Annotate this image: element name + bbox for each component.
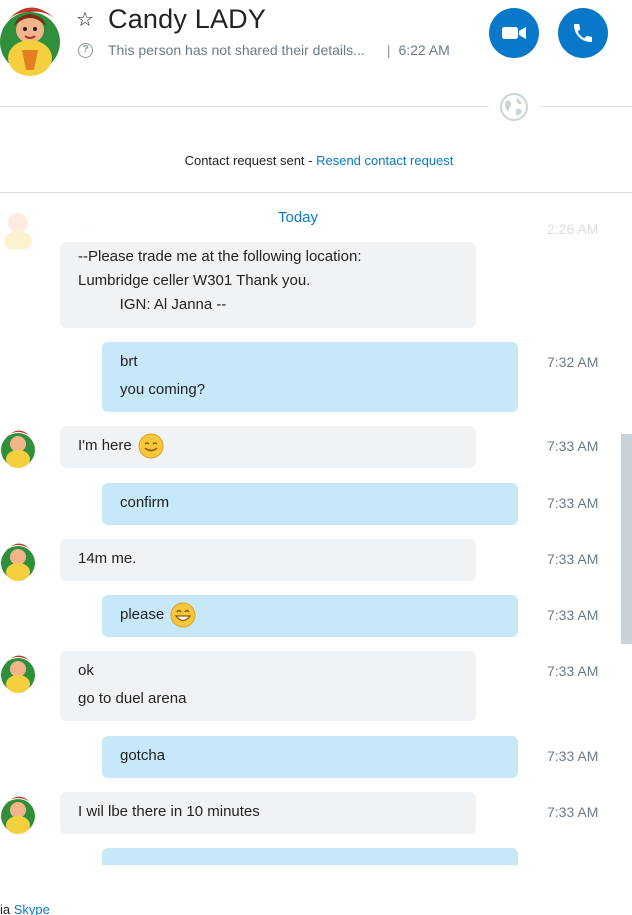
message-time: 7:33 AM — [547, 495, 599, 511]
audio-call-icon — [574, 24, 592, 42]
footer-prefix: ia — [0, 902, 14, 915]
favorite-star-icon[interactable]: ☆ — [76, 8, 94, 32]
contact-avatar[interactable] — [0, 0, 62, 76]
sender-avatar[interactable] — [0, 426, 36, 468]
video-call-button[interactable] — [489, 8, 539, 58]
smile-emoji-icon — [138, 433, 164, 459]
message-line: Lumbridge celler W301 Thank you. — [78, 272, 311, 289]
request-sent-text: Contact request sent - — [184, 153, 317, 168]
message-line: go to duel arena — [78, 690, 187, 707]
message-time: 7:33 AM — [547, 748, 599, 764]
faded-time: 2:26 AM — [547, 221, 599, 237]
subtitle-separator: | — [386, 42, 391, 58]
header-divider-right — [539, 106, 632, 107]
scrollbar-thumb[interactable] — [621, 434, 632, 644]
grin-emoji-icon — [170, 602, 196, 628]
day-separator: Today — [60, 207, 536, 241]
message-line: ok — [78, 662, 94, 679]
message-time: 7:32 AM — [547, 354, 599, 370]
contact-status: This person has not shared their details… — [108, 42, 365, 58]
message-bubble-incoming[interactable]: 14m me. — [60, 539, 476, 581]
message-bubble-incoming[interactable]: --Please trade me at the following locat… — [60, 242, 476, 328]
message-line: 14m me. — [78, 550, 137, 567]
resend-request-link[interactable]: Resend contact request — [316, 153, 453, 168]
message-line: --Please trade me at the following locat… — [78, 248, 362, 265]
video-call-icon — [502, 27, 526, 39]
faded-avatar — [4, 213, 32, 249]
sender-avatar[interactable] — [0, 539, 36, 581]
message-bubble-outgoing[interactable] — [102, 848, 518, 865]
message-line: please — [120, 606, 165, 623]
message-list[interactable]: ok 2:26 AM --Please trade me at the foll… — [0, 193, 632, 865]
message-time: 7:33 AM — [547, 438, 599, 454]
message-bubble-outgoing[interactable]: gotcha — [102, 736, 518, 778]
message-line: gotcha — [120, 747, 166, 764]
message-time: 7:33 AM — [547, 551, 599, 567]
message-line: you coming? — [120, 381, 206, 398]
local-time: 6:22 AM — [398, 42, 450, 58]
message-line: confirm — [120, 494, 170, 511]
message-line: I'm here — [78, 437, 132, 454]
message-line: I wil lbe there in 10 minutes — [78, 803, 260, 820]
message-time: 7:33 AM — [547, 663, 599, 679]
message-bubble-outgoing[interactable]: brt you coming? — [102, 342, 518, 412]
message-time: 7:33 AM — [547, 804, 599, 820]
contact-name[interactable]: Candy LADY — [108, 4, 266, 35]
footer-attribution: ia Skype — [0, 902, 50, 915]
message-bubble-incoming[interactable]: ok go to duel arena — [60, 651, 476, 721]
globe-icon — [500, 93, 528, 121]
conversation-header: ☆ Candy LADY ? This person has not share… — [0, 0, 632, 100]
message-time: 7:33 AM — [547, 607, 599, 623]
skype-link[interactable]: Skype — [14, 902, 50, 915]
contact-subtitle: ? This person has not shared their detai… — [78, 42, 450, 58]
message-bubble-outgoing[interactable]: confirm — [102, 483, 518, 525]
message-line: IGN: Al Janna -- — [78, 296, 227, 313]
message-bubble-incoming[interactable]: I'm here — [60, 426, 476, 468]
header-divider-left — [0, 106, 489, 107]
audio-call-button[interactable] — [558, 8, 608, 58]
sender-avatar[interactable] — [0, 651, 36, 693]
sender-avatar[interactable] — [0, 792, 36, 834]
help-icon[interactable]: ? — [78, 42, 93, 58]
message-bubble-outgoing[interactable]: please — [102, 595, 518, 637]
message-line: brt — [120, 353, 138, 370]
contact-request-notice: Contact request sent - Resend contact re… — [0, 153, 632, 168]
message-bubble-incoming[interactable]: I wil lbe there in 10 minutes — [60, 792, 476, 834]
